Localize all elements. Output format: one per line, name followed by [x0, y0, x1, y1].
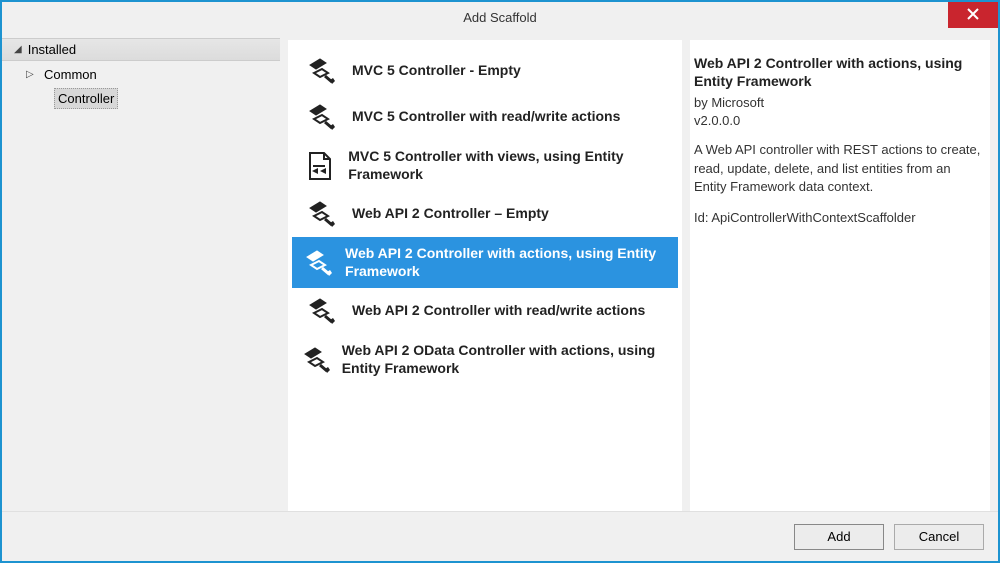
expand-icon: ▷: [26, 65, 40, 84]
close-icon: [967, 7, 979, 23]
button-label: Add: [827, 529, 850, 544]
cancel-button[interactable]: Cancel: [894, 524, 984, 550]
template-label: MVC 5 Controller - Empty: [352, 62, 521, 80]
footer: Add Cancel: [2, 511, 998, 561]
close-button[interactable]: [948, 2, 998, 28]
template-list: MVC 5 Controller - Empty MVC 5 Controlle…: [288, 40, 682, 511]
tree-children: ▷ Common Controller: [2, 61, 280, 111]
template-label: MVC 5 Controller with read/write actions: [352, 108, 620, 126]
template-row[interactable]: MVC 5 Controller with views, using Entit…: [292, 140, 678, 191]
sidebar-item-label: Controller: [54, 88, 118, 109]
template-label: Web API 2 Controller with actions, using…: [345, 245, 670, 280]
dialog-window: Add Scaffold ◢ Installed ▷ Common Contro…: [0, 0, 1000, 563]
detail-author: by Microsoft: [694, 94, 984, 112]
detail-description: A Web API controller with REST actions t…: [694, 141, 984, 196]
tree-root[interactable]: ◢ Installed: [2, 38, 280, 61]
template-row[interactable]: Web API 2 OData Controller with actions,…: [292, 334, 678, 385]
detail-pane: Web API 2 Controller with actions, using…: [690, 40, 990, 511]
detail-version: v2.0.0.0: [694, 112, 984, 130]
detail-title: Web API 2 Controller with actions, using…: [694, 54, 984, 90]
controller-icon: [300, 151, 338, 181]
controller-icon: [300, 200, 342, 228]
template-label: Web API 2 Controller – Empty: [352, 205, 549, 223]
template-label: MVC 5 Controller with views, using Entit…: [348, 148, 670, 183]
template-label: Web API 2 Controller with read/write act…: [352, 302, 645, 320]
collapse-icon: ◢: [14, 44, 22, 55]
template-row[interactable]: Web API 2 Controller with read/write act…: [292, 288, 678, 334]
tree-root-label: Installed: [28, 42, 76, 57]
controller-icon: [300, 346, 332, 374]
template-row[interactable]: MVC 5 Controller with read/write actions: [292, 94, 678, 140]
controller-icon: [300, 57, 342, 85]
controller-icon: [300, 297, 342, 325]
sidebar-item-common[interactable]: ▷ Common: [20, 63, 280, 86]
content-area: ◢ Installed ▷ Common Controller MVC 5 Co…: [2, 32, 998, 511]
add-button[interactable]: Add: [794, 524, 884, 550]
template-row[interactable]: Web API 2 Controller – Empty: [292, 191, 678, 237]
titlebar: Add Scaffold: [2, 2, 998, 32]
controller-icon: [300, 249, 335, 277]
sidebar-item-controller[interactable]: Controller: [20, 86, 280, 111]
sidebar: ◢ Installed ▷ Common Controller: [2, 32, 280, 511]
template-row[interactable]: MVC 5 Controller - Empty: [292, 48, 678, 94]
window-title: Add Scaffold: [463, 10, 536, 25]
sidebar-item-label: Common: [40, 65, 101, 84]
detail-id: Id: ApiControllerWithContextScaffolder: [694, 210, 984, 225]
button-label: Cancel: [919, 529, 959, 544]
template-label: Web API 2 OData Controller with actions,…: [342, 342, 670, 377]
template-row[interactable]: Web API 2 Controller with actions, using…: [292, 237, 678, 288]
controller-icon: [300, 103, 342, 131]
